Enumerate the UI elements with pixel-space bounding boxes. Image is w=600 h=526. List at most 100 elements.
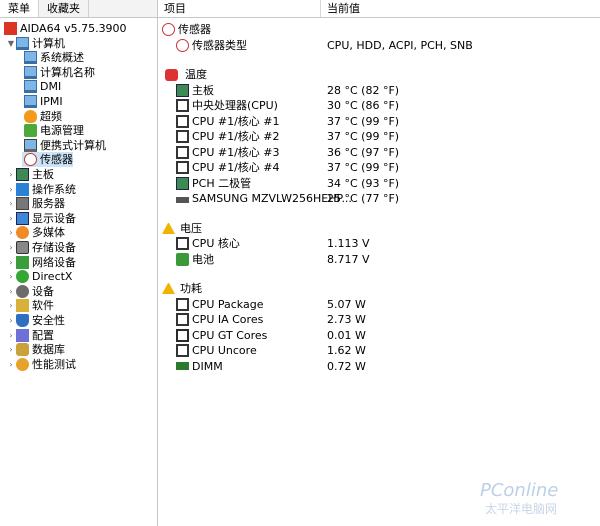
- cpu-icon: [176, 130, 189, 143]
- media-icon: [16, 226, 29, 240]
- tree-item[interactable]: 超频: [22, 109, 62, 124]
- sensor-row[interactable]: CPU 核心 1.113 V: [176, 236, 596, 251]
- tree-item-label: 配置: [32, 328, 54, 342]
- sensor-row[interactable]: CPU #1/核心 #4 37 °C (99 °F): [176, 160, 596, 175]
- thermometer-icon: [165, 68, 178, 81]
- tree-item[interactable]: › 多媒体: [6, 225, 65, 240]
- tree-item-label: 电源管理: [40, 124, 84, 138]
- motherboard-icon: [176, 83, 189, 97]
- tree-item-label: 计算机名称: [40, 65, 95, 79]
- sensor-row[interactable]: SAMSUNG MZVLW256HEHP... 25 °C (77 °F): [176, 191, 596, 206]
- tree-item-label: 超频: [40, 109, 62, 123]
- tree-item[interactable]: › 主板: [6, 167, 54, 182]
- tree-item[interactable]: › 网络设备: [6, 255, 76, 270]
- chevron-right-icon[interactable]: ›: [6, 167, 16, 182]
- database-icon: [16, 343, 29, 357]
- watermark-subtitle: 太平洋电脑网: [485, 502, 558, 516]
- chevron-right-icon[interactable]: ›: [6, 225, 16, 240]
- tree-item[interactable]: 电源管理: [22, 123, 84, 138]
- chevron-right-icon[interactable]: ›: [6, 211, 16, 226]
- sensor-value: 25 °C (77 °F): [327, 192, 400, 205]
- chevron-right-icon[interactable]: ›: [6, 328, 16, 343]
- sensor-row[interactable]: CPU #1/核心 #3 36 °C (97 °F): [176, 145, 596, 160]
- monitor-icon: [24, 80, 37, 94]
- tree-item[interactable]: 传感器: [22, 152, 73, 168]
- tree-item[interactable]: IPMI: [22, 94, 63, 109]
- tree-item[interactable]: › 安全性: [6, 313, 65, 328]
- sensor-row[interactable]: CPU Uncore 1.62 W: [176, 343, 596, 358]
- sensor-label: DIMM: [192, 359, 223, 373]
- tree-item[interactable]: ▼ 计算机: [6, 36, 65, 51]
- tree-item[interactable]: › 显示设备: [6, 211, 76, 226]
- sensor-label: 主板: [192, 83, 214, 97]
- devices-icon: [16, 284, 29, 298]
- tab-favorites[interactable]: 收藏夹: [39, 0, 89, 17]
- cpu-icon: [176, 99, 189, 112]
- tree-item[interactable]: 系统概述: [22, 50, 84, 65]
- sensor-row[interactable]: CPU #1/核心 #1 37 °C (99 °F): [176, 114, 596, 129]
- config-icon: [16, 328, 29, 342]
- tree-item-label: 传感器: [40, 153, 73, 167]
- tab-menu[interactable]: 菜单: [0, 0, 39, 17]
- sensor-value: 28 °C (82 °F): [327, 83, 400, 97]
- benchmark-icon: [16, 357, 29, 371]
- tree-item[interactable]: › 性能测试: [6, 357, 76, 372]
- tree-item[interactable]: › 存储设备: [6, 240, 76, 255]
- chevron-right-icon[interactable]: ›: [6, 269, 16, 284]
- tree-item-label: 主板: [32, 168, 54, 181]
- sensor-row[interactable]: CPU #1/核心 #2 37 °C (99 °F): [176, 129, 596, 144]
- tree-item-label: 多媒体: [32, 226, 65, 240]
- tree-item[interactable]: › 数据库: [6, 342, 65, 357]
- gpu-icon: [176, 328, 189, 342]
- sensor-value: CPU, HDD, ACPI, PCH, SNB: [327, 38, 473, 52]
- tree-item[interactable]: 便携式计算机: [22, 138, 106, 153]
- chevron-right-icon[interactable]: ›: [6, 255, 16, 270]
- tree-item-label: 性能测试: [32, 357, 76, 371]
- panel-tabs: 菜单 收藏夹: [0, 0, 157, 18]
- chevron-right-icon[interactable]: ›: [6, 357, 16, 372]
- sensor-value: 0.01 W: [327, 328, 366, 342]
- sensor-value: 37 °C (99 °F): [327, 114, 400, 128]
- sensor-label: CPU Package: [192, 297, 264, 311]
- chevron-right-icon[interactable]: ›: [6, 342, 16, 357]
- sensor-row[interactable]: 电池 8.717 V: [176, 252, 596, 267]
- sensor-row[interactable]: 传感器类型 CPU, HDD, ACPI, PCH, SNB: [176, 38, 596, 53]
- sensor-row[interactable]: CPU GT Cores 0.01 W: [176, 328, 596, 343]
- tree-item[interactable]: › 配置: [6, 328, 54, 343]
- column-value[interactable]: 当前值: [321, 0, 360, 17]
- sensor-label: PCH 二极管: [192, 176, 252, 190]
- display-icon: [16, 211, 29, 225]
- monitor-icon: [24, 95, 37, 108]
- chevron-right-icon[interactable]: ›: [6, 298, 16, 313]
- sensor-row[interactable]: CPU IA Cores 2.73 W: [176, 312, 596, 327]
- tree-item[interactable]: AIDA64 v5.75.3900: [2, 21, 127, 36]
- leaf-icon: [24, 124, 37, 138]
- sensor-row[interactable]: 主板 28 °C (82 °F): [176, 83, 596, 98]
- column-item[interactable]: 项目: [158, 0, 321, 17]
- tree-item[interactable]: 计算机名称: [22, 65, 95, 80]
- tree-item-label: 安全性: [32, 314, 65, 327]
- sensor-row[interactable]: PCH 二极管 34 °C (93 °F): [176, 176, 596, 191]
- chevron-down-icon[interactable]: ▼: [6, 36, 16, 51]
- chevron-right-icon[interactable]: ›: [6, 240, 16, 255]
- tree-item[interactable]: › 设备: [6, 284, 54, 299]
- sensor-row[interactable]: CPU Package 5.07 W: [176, 297, 596, 312]
- cpu-icon: [176, 297, 189, 311]
- section-title: 电压: [180, 221, 202, 235]
- sensor-row[interactable]: DIMM 0.72 W: [176, 359, 596, 374]
- cpu-icon: [176, 114, 189, 128]
- chevron-right-icon[interactable]: ›: [6, 284, 16, 299]
- section-title: 温度: [185, 68, 207, 81]
- tree-item[interactable]: › 服务器: [6, 196, 65, 211]
- tree-item[interactable]: › 软件: [6, 298, 54, 313]
- chevron-right-icon[interactable]: ›: [6, 196, 16, 211]
- tree-item-label: 数据库: [32, 343, 65, 357]
- sensor-row[interactable]: 中央处理器(CPU) 30 °C (86 °F): [176, 98, 596, 113]
- tree-item[interactable]: DMI: [22, 79, 61, 94]
- tree-item[interactable]: › 操作系统: [6, 182, 76, 197]
- chevron-right-icon[interactable]: ›: [6, 182, 16, 197]
- laptop-icon: [24, 138, 37, 152]
- tree-item[interactable]: › DirectX: [6, 269, 72, 284]
- sensor-value: 30 °C (86 °F): [327, 99, 400, 112]
- chevron-right-icon[interactable]: ›: [6, 313, 16, 328]
